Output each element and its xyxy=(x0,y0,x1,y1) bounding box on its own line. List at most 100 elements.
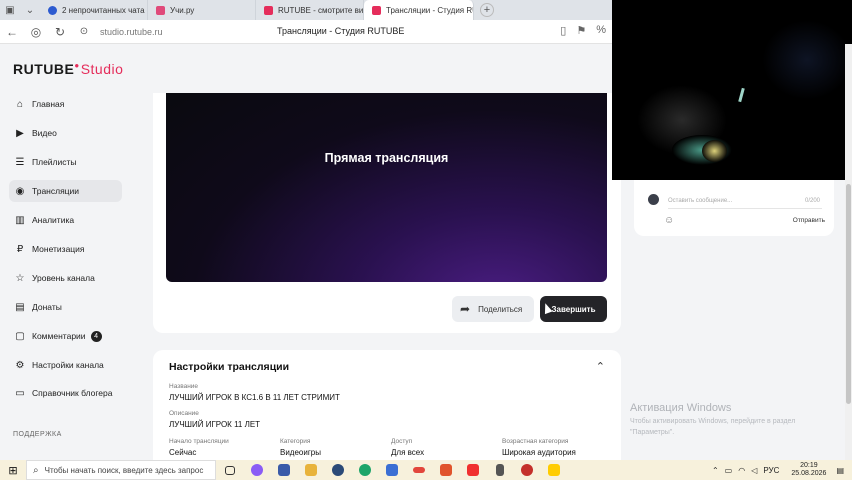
recorder-icon[interactable] xyxy=(513,460,540,480)
sidebar-item-label: Комментарии xyxy=(32,331,86,341)
scrollbar-thumb[interactable] xyxy=(846,184,851,404)
comments-count-badge: 4 xyxy=(90,330,102,342)
language-indicator[interactable]: РУС xyxy=(763,466,779,475)
logo-dot-icon: ● xyxy=(74,61,80,70)
chat-panel: Оставить сообщение... 0/200 ☺ Отправить xyxy=(634,180,834,236)
broadcast-settings-card: Настройки трансляции ⌃ Название ЛУЧШИЙ И… xyxy=(153,350,621,460)
shield-icon[interactable]: ◎ xyxy=(24,25,48,39)
sidebar-item-video[interactable]: ▶ Видео xyxy=(9,122,122,144)
antivirus-icon[interactable] xyxy=(432,460,459,480)
gear-icon: ⚙ xyxy=(15,359,25,371)
activity-icon[interactable] xyxy=(405,460,432,480)
sidebar-item-home[interactable]: ⌂ Главная xyxy=(9,93,122,115)
tab-label: Трансляции - Студия RUTU xyxy=(386,5,473,15)
sidebar-item-label: Трансляции xyxy=(32,186,80,196)
alice-icon[interactable] xyxy=(243,460,270,480)
analytics-icon: ▥ xyxy=(15,214,25,226)
reader-icon[interactable]: ▯ xyxy=(560,24,566,37)
notification-icon[interactable]: ▤ xyxy=(836,466,844,475)
logo-brand: RUTUBE xyxy=(13,61,75,77)
url-field[interactable]: studio.rutube.ru xyxy=(100,27,280,37)
bookmark-icon[interactable]: ⚑ xyxy=(576,24,586,37)
description-label: Описание xyxy=(169,410,199,417)
counter-strike-icon[interactable] xyxy=(486,460,513,480)
tab-label: Учи.ру xyxy=(170,5,195,15)
back-arrow-icon[interactable]: ← xyxy=(0,25,24,39)
folder-icon[interactable] xyxy=(297,460,324,480)
emoji-icon[interactable]: ☺ xyxy=(664,215,674,226)
share-button[interactable]: ➦ Поделиться xyxy=(452,296,534,322)
clock-time: 20:19 xyxy=(800,462,818,469)
sidebar-item-channel-level[interactable]: ☆ Уровень канала xyxy=(9,267,122,289)
photos-icon[interactable] xyxy=(324,460,351,480)
video-player[interactable]: Прямая трансляция xyxy=(166,93,607,282)
start-value: Сейчас xyxy=(169,448,197,457)
chevron-up-icon[interactable]: ⌃ xyxy=(596,360,605,373)
sidebar-item-label: Видео xyxy=(32,128,57,138)
home-icon: ⌂ xyxy=(16,98,24,110)
rutube-favicon-icon xyxy=(372,5,381,15)
browser-tab-uchi[interactable]: Учи.ру xyxy=(148,0,256,20)
book-icon: ▭ xyxy=(15,387,25,399)
sidebar-item-channel-settings[interactable]: ⚙ Настройки канала xyxy=(9,354,122,376)
access-label: Доступ xyxy=(391,438,413,445)
star-icon: ☆ xyxy=(15,272,25,284)
sidebar-item-playlists[interactable]: ☰ Плейлисты xyxy=(9,151,122,173)
chat-divider xyxy=(668,208,822,209)
activation-watermark-subtitle: Чтобы активировать Windows, перейдите в … xyxy=(630,418,796,436)
page-title: Трансляции - Студия RUTUBE xyxy=(277,26,405,36)
activation-watermark-title: Активация Windows xyxy=(630,402,732,414)
name-value: ЛУЧШИЙ ИГРОК В КС1.6 В 11 ЛЕТ СТРИМИТ xyxy=(169,393,340,402)
yandex-icon[interactable] xyxy=(459,460,486,480)
sidebar-item-blogger-guide[interactable]: ▭ Справочник блогера xyxy=(9,382,122,404)
sidebar-item-analytics[interactable]: ▥ Аналитика xyxy=(9,209,122,231)
sidebar-section-support: ПОДДЕРЖКА xyxy=(13,431,62,438)
send-button[interactable]: Отправить xyxy=(793,217,825,224)
browser-tab-rutube[interactable]: RUTUBE - смотрите видео xyxy=(256,0,364,20)
yandex-browser-icon[interactable] xyxy=(540,460,567,480)
extensions-icon[interactable]: % xyxy=(596,24,606,37)
tab-label: 2 непрочитанных чата xyxy=(62,5,145,15)
page-scrollbar[interactable] xyxy=(845,44,852,460)
access-value: Для всех xyxy=(391,448,425,457)
tab-actions-icon[interactable]: ▣ xyxy=(0,0,20,20)
chevron-up-icon[interactable]: ⌃ xyxy=(712,466,719,475)
sidebar-item-label: Монетизация xyxy=(32,244,85,254)
reload-icon[interactable]: ↻ xyxy=(48,25,72,39)
lock-icon: ⊙ xyxy=(79,26,89,37)
player-live-label: Прямая трансляция xyxy=(324,151,449,165)
sidebar-item-broadcasts[interactable]: ◉ Трансляции xyxy=(9,180,122,202)
network-icon[interactable]: ▭ xyxy=(725,466,733,475)
logo-product: Studio xyxy=(80,61,124,77)
wifi-icon[interactable]: ◠ xyxy=(738,466,745,475)
ruble-icon: ₽ xyxy=(16,243,24,255)
sidebar-item-label: Главная xyxy=(32,99,65,109)
browser-tab-chats[interactable]: 2 непрочитанных чата xyxy=(40,0,148,20)
clock[interactable]: 20:19 25.08.2026 xyxy=(791,462,826,478)
sidebar-item-monetization[interactable]: ₽ Монетизация xyxy=(9,238,122,260)
sidebar-item-label: Уровень канала xyxy=(32,273,95,283)
tab-list-chevron-icon[interactable]: ⌄ xyxy=(20,0,40,20)
sidebar-item-comments[interactable]: ▢ Комментарии 4 xyxy=(9,325,122,347)
sidebar-item-label: Настройки канала xyxy=(32,360,104,370)
task-view-icon[interactable] xyxy=(216,460,243,480)
new-tab-button[interactable]: + xyxy=(480,3,494,17)
description-value: ЛУЧШИЙ ИГРОК 11 ЛЕТ xyxy=(169,420,261,429)
broadcast-icon: ◉ xyxy=(15,185,25,197)
sidebar-item-donations[interactable]: ▤ Донаты xyxy=(9,296,122,318)
edge-icon[interactable] xyxy=(351,460,378,480)
store-icon[interactable] xyxy=(378,460,405,480)
windows-start-icon[interactable]: ⊞ xyxy=(0,460,26,480)
volume-icon[interactable]: ◁ xyxy=(751,466,757,475)
sidebar-item-label: Справочник блогера xyxy=(32,388,113,398)
rutube-favicon-icon xyxy=(264,5,273,15)
browser-tab-studio[interactable]: Трансляции - Студия RUTU ✕ xyxy=(364,0,474,20)
age-value: Широкая аудитория xyxy=(502,448,576,457)
shield-app-icon[interactable] xyxy=(270,460,297,480)
rutube-studio-logo[interactable]: RUTUBE●Studio xyxy=(13,61,123,77)
chat-message-input[interactable]: Оставить сообщение... xyxy=(668,198,732,204)
comment-icon: ▢ xyxy=(15,330,25,342)
share-icon: ➦ xyxy=(460,302,471,316)
chat-char-counter: 0/200 xyxy=(804,198,820,204)
taskbar-search-input[interactable]: ⌕ Чтобы начать поиск, введите здесь запр… xyxy=(26,460,216,480)
